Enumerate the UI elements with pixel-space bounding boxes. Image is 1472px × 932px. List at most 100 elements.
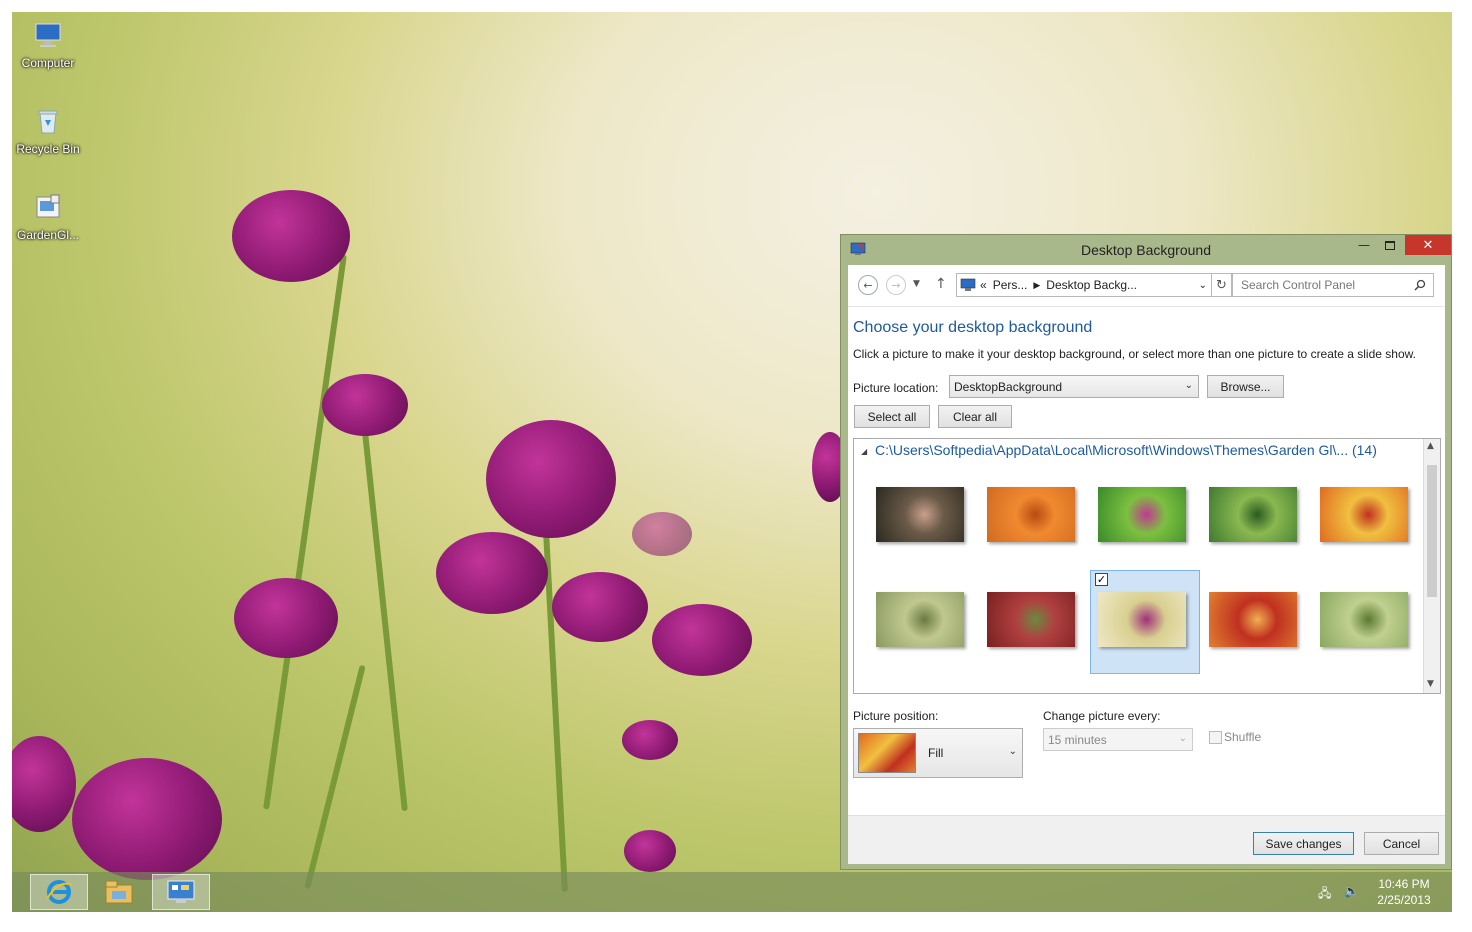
- page-heading: Choose your desktop background: [853, 319, 1093, 336]
- clock-date: 2/25/2013: [1377, 893, 1431, 907]
- wallpaper-flower: [322, 374, 408, 436]
- wallpaper-thumbnail[interactable]: [987, 592, 1075, 647]
- picture-location-value: DesktopBackground: [954, 379, 1063, 394]
- wallpaper-flower: [72, 758, 222, 880]
- shuffle-label: Shuffle: [1224, 730, 1262, 744]
- volume-icon[interactable]: 🔈: [1344, 884, 1359, 898]
- change-picture-select[interactable]: 15 minutes ⌄: [1043, 728, 1193, 751]
- title-bar[interactable]: Desktop Background — ✕: [841, 235, 1451, 265]
- search-placeholder: Search Control Panel: [1241, 278, 1356, 292]
- picture-position-value: Fill: [928, 746, 944, 760]
- recent-locations-button[interactable]: ▼: [913, 279, 920, 289]
- recycle-bin-icon: [38, 110, 58, 134]
- desktop-background-window: Desktop Background — ✕ ← → ▼ ↑ « Pers...…: [840, 234, 1452, 870]
- desktop-icon-label: Recycle Bin: [16, 142, 80, 156]
- wallpaper-thumbnail[interactable]: [987, 487, 1075, 542]
- browse-button[interactable]: Browse...: [1207, 375, 1284, 398]
- scroll-up-icon[interactable]: ▲: [1427, 441, 1434, 451]
- page-description: Click a picture to make it your desktop …: [853, 347, 1416, 361]
- chevron-down-icon: ⌄: [1184, 380, 1193, 391]
- wallpaper-thumbnail[interactable]: [1320, 487, 1408, 542]
- wallpaper-flower: [436, 532, 548, 614]
- scroll-down-icon[interactable]: ▼: [1427, 679, 1434, 689]
- folder-group-header[interactable]: C:\Users\Softpedia\AppData\Local\Microso…: [875, 442, 1377, 458]
- up-button[interactable]: ↑: [935, 276, 947, 292]
- picture-position-label: Picture position:: [853, 709, 939, 723]
- thumbnail-checkbox[interactable]: ✓: [1095, 573, 1108, 586]
- forward-button[interactable]: →: [886, 275, 906, 295]
- forward-arrow-icon: →: [891, 278, 901, 292]
- back-arrow-icon: ←: [863, 278, 873, 292]
- control-panel-icon: [167, 880, 195, 903]
- refresh-icon: ↻: [1216, 277, 1227, 293]
- wallpaper-stem: [362, 432, 408, 812]
- wallpaper-thumbnail[interactable]: [1209, 592, 1297, 647]
- wallpaper-stem: [304, 664, 366, 890]
- clock[interactable]: 10:46 PM 2/25/2013: [1364, 877, 1444, 907]
- wallpaper-thumbnail[interactable]: [1098, 487, 1186, 542]
- picture-gallery: ◢ C:\Users\Softpedia\AppData\Local\Micro…: [853, 438, 1441, 694]
- chevron-down-icon: ▼: [913, 279, 920, 289]
- address-bar[interactable]: « Pers... ▶ Desktop Backg... ⌄: [956, 273, 1212, 297]
- desktop-icon-computer[interactable]: Computer: [12, 20, 84, 70]
- wallpaper-flower: [652, 604, 752, 676]
- shuffle-checkbox[interactable]: [1209, 731, 1222, 744]
- breadcrumb-item-desktop-background[interactable]: Desktop Backg...: [1046, 278, 1137, 292]
- wallpaper-flower: [232, 190, 350, 282]
- taskbar-file-explorer-button[interactable]: [90, 874, 148, 910]
- wallpaper-thumbnail[interactable]: [1098, 592, 1186, 647]
- clock-time: 10:46 PM: [1378, 877, 1430, 891]
- control-panel-small-icon: [960, 278, 976, 291]
- refresh-button[interactable]: ↻: [1212, 273, 1232, 297]
- wallpaper-flower: [624, 830, 676, 872]
- wallpaper-flower: [234, 578, 338, 658]
- search-input[interactable]: Search Control Panel: [1232, 273, 1434, 297]
- wallpaper-flower: [12, 736, 76, 832]
- chevron-down-icon: ⌄: [1008, 746, 1017, 757]
- desktop-icon-recycle-bin[interactable]: Recycle Bin: [12, 106, 84, 156]
- clear-all-button[interactable]: Clear all: [938, 405, 1012, 428]
- breadcrumb-overflow[interactable]: «: [980, 278, 987, 292]
- wallpaper-flower: [486, 420, 616, 538]
- cancel-button[interactable]: Cancel: [1364, 832, 1439, 855]
- scroll-thumb[interactable]: [1427, 465, 1437, 597]
- breadcrumb-item-personalization[interactable]: Pers...: [993, 278, 1028, 292]
- address-dropdown-icon[interactable]: ⌄: [1199, 280, 1207, 291]
- search-icon: [1414, 279, 1426, 291]
- picture-location-label: Picture location:: [853, 381, 939, 395]
- desktop-icon-label: GardenGl...: [16, 228, 80, 242]
- collapse-group-icon[interactable]: ◢: [861, 447, 867, 456]
- picture-position-select[interactable]: Fill ⌄: [853, 728, 1023, 778]
- wallpaper-stem: [263, 254, 347, 810]
- navigation-bar: ← → ▼ ↑ « Pers... ▶ Desktop Backg... ⌄ ↻…: [848, 265, 1445, 307]
- up-arrow-icon: ↑: [935, 276, 947, 292]
- taskbar-control-panel-button[interactable]: [152, 874, 210, 910]
- network-icon[interactable]: 🖧: [1318, 884, 1331, 905]
- save-changes-button[interactable]: Save changes: [1253, 832, 1354, 855]
- desktop: Computer Recycle Bin GardenGl... Desktop…: [12, 12, 1452, 912]
- position-preview-image: [858, 733, 916, 773]
- back-button[interactable]: ←: [858, 275, 878, 295]
- taskbar-internet-explorer-button[interactable]: [30, 874, 88, 910]
- picture-location-select[interactable]: DesktopBackground ⌄: [949, 375, 1199, 398]
- wallpaper-flower: [552, 572, 648, 642]
- select-all-button[interactable]: Select all: [854, 405, 930, 428]
- theme-pack-icon: [36, 194, 60, 218]
- desktop-icon-theme-pack[interactable]: GardenGl...: [12, 192, 84, 242]
- close-icon: ✕: [1422, 237, 1434, 253]
- wallpaper-thumbnail[interactable]: [876, 592, 964, 647]
- vertical-scrollbar[interactable]: ▲ ▼: [1423, 439, 1440, 693]
- maximize-button[interactable]: [1377, 235, 1403, 255]
- wallpaper-flower: [632, 512, 692, 556]
- folder-icon: [105, 880, 133, 904]
- wallpaper-thumbnail[interactable]: [1209, 487, 1297, 542]
- breadcrumb-separator-icon: ▶: [1033, 279, 1041, 290]
- minimize-icon: —: [1358, 238, 1370, 252]
- wallpaper-thumbnail[interactable]: [1320, 592, 1408, 647]
- minimize-button[interactable]: —: [1351, 235, 1377, 255]
- wallpaper-thumbnail[interactable]: [876, 487, 964, 542]
- close-button[interactable]: ✕: [1405, 235, 1451, 255]
- computer-icon: [35, 23, 61, 47]
- maximize-icon: [1385, 240, 1395, 250]
- desktop-icon-label: Computer: [21, 56, 75, 70]
